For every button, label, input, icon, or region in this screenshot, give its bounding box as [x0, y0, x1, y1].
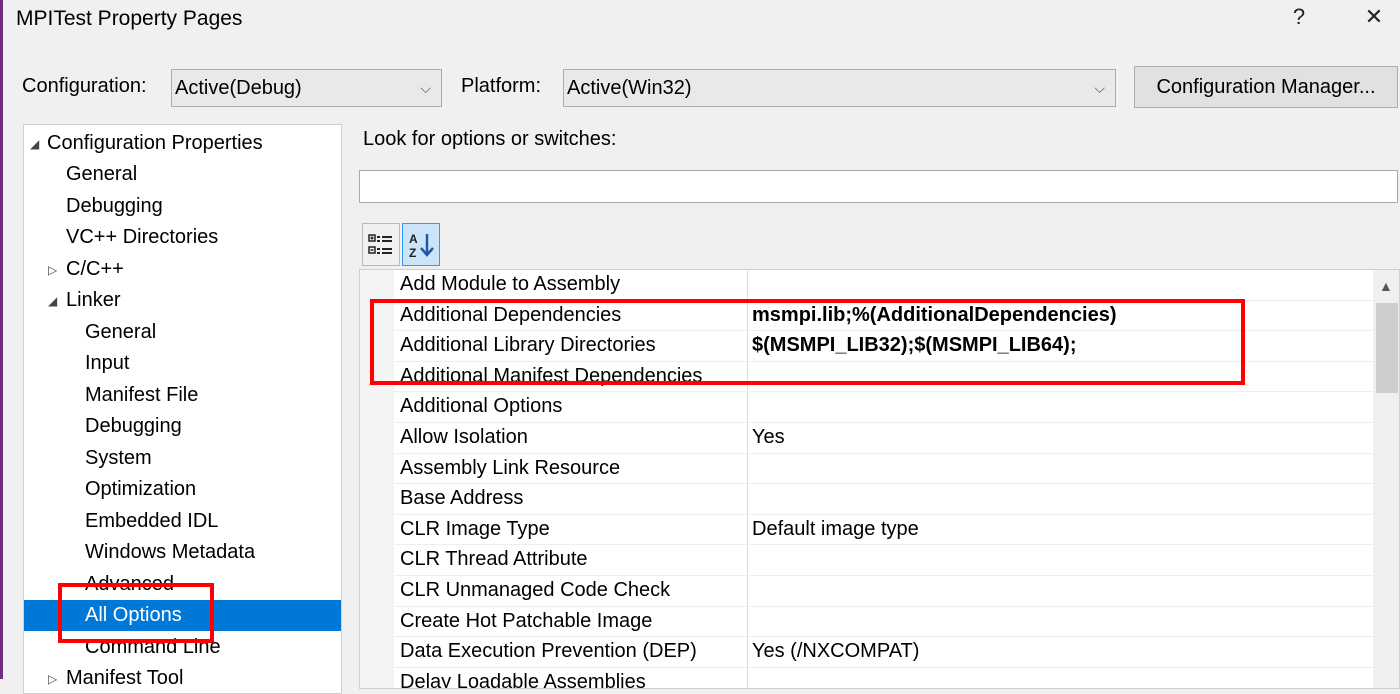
tree-item-vc-directories[interactable]: VC++ Directories [66, 222, 218, 253]
scroll-up-icon[interactable]: ▲ [1379, 278, 1393, 294]
categorized-view-button[interactable] [362, 223, 400, 266]
expanded-twisty-icon[interactable]: ◢ [48, 286, 57, 317]
collapsed-twisty-icon[interactable]: ▷ [48, 255, 57, 286]
tree-item-linker-embedded-idl[interactable]: Embedded IDL [85, 506, 218, 537]
grid-row[interactable]: Base Address [394, 484, 1374, 515]
grid-row[interactable]: Create Hot Patchable Image [394, 607, 1374, 638]
grid-row[interactable]: Delay Loadable Assemblies [394, 668, 1374, 689]
property-name: CLR Thread Attribute [400, 548, 588, 571]
search-label: Look for options or switches: [363, 128, 617, 150]
tree-item-all-options[interactable]: All Options [24, 600, 341, 631]
categorized-view-icon [368, 234, 392, 254]
property-value[interactable]: Default image type [752, 518, 919, 541]
property-value[interactable]: msmpi.lib;%(AdditionalDependencies) [752, 304, 1116, 327]
close-button[interactable]: ✕ [1354, 4, 1394, 30]
svg-text:Z: Z [409, 246, 416, 260]
tree-item-linker-manifest-file[interactable]: Manifest File [85, 380, 198, 411]
chevron-down-icon: ⌵ [1094, 80, 1105, 96]
tree-item-linker-system[interactable]: System [85, 443, 152, 474]
configuration-label: Configuration: [22, 75, 147, 97]
property-name: Delay Loadable Assemblies [400, 670, 646, 689]
property-value[interactable]: Yes [752, 426, 785, 449]
tree-item-linker-advanced[interactable]: Advanced [85, 569, 174, 600]
collapsed-twisty-icon[interactable]: ▷ [48, 664, 57, 693]
window-edge [0, 0, 3, 679]
window-title: MPITest Property Pages [16, 7, 243, 30]
scrollbar-thumb[interactable] [1376, 303, 1398, 393]
property-value[interactable]: $(MSMPI_LIB32);$(MSMPI_LIB64); [752, 334, 1077, 357]
grid-row[interactable]: Additional Options [394, 392, 1374, 423]
platform-label: Platform: [461, 75, 542, 97]
tree-item-linker-input[interactable]: Input [85, 348, 129, 379]
grid-row[interactable]: Data Execution Prevention (DEP) Yes (/NXC… [394, 637, 1374, 668]
alphabetical-sort-button[interactable]: A Z [402, 223, 440, 266]
property-name: CLR Image Type [400, 517, 550, 540]
property-name: Data Execution Prevention (DEP) [400, 640, 697, 663]
tree-item-general[interactable]: General [66, 159, 137, 190]
property-name: Assembly Link Resource [400, 456, 621, 479]
grid-row[interactable]: Additional Library Directories $(MSMPI_LI… [394, 331, 1374, 362]
property-value[interactable]: Yes (/NXCOMPAT) [752, 640, 919, 663]
grid-row[interactable]: Assembly Link Resource [394, 454, 1374, 485]
search-input[interactable] [359, 170, 1398, 203]
grid-row[interactable]: CLR Thread Attribute [394, 545, 1374, 576]
property-name: Additional Dependencies [400, 303, 622, 326]
sort-alphabetical-icon: A Z [409, 232, 434, 260]
chevron-down-icon: ⌵ [420, 80, 431, 96]
property-name: Add Module to Assembly [400, 273, 621, 295]
property-name: Base Address [400, 487, 524, 510]
property-grid[interactable]: Add Module to Assembly Additional Depende… [359, 269, 1400, 689]
property-name: CLR Unmanaged Code Check [400, 579, 671, 601]
tree-item-linker-debugging[interactable]: Debugging [85, 411, 182, 442]
grid-row[interactable]: CLR Image Type Default image type [394, 515, 1374, 546]
property-name: Additional Manifest Dependencies [400, 364, 703, 387]
tree-item-debugging[interactable]: Debugging [66, 191, 163, 222]
tree-item-linker-command-line[interactable]: Command Line [85, 632, 221, 663]
tree-item-linker-general[interactable]: General [85, 317, 156, 348]
grid-row[interactable]: Add Module to Assembly [394, 270, 1374, 301]
property-tree[interactable]: ◢ Configuration Properties General Debug… [23, 124, 342, 694]
vertical-scrollbar[interactable]: ▲ [1373, 270, 1399, 688]
configuration-value: Active(Debug) [175, 77, 302, 99]
grid-row[interactable]: Additional Dependencies msmpi.lib;%(Addit… [394, 301, 1374, 332]
tree-item-linker-windows-metadata[interactable]: Windows Metadata [85, 537, 255, 568]
platform-select[interactable]: Active(Win32) ⌵ [563, 69, 1116, 107]
configuration-manager-button[interactable]: Configuration Manager... [1134, 66, 1398, 108]
platform-value: Active(Win32) [567, 77, 692, 99]
expanded-twisty-icon[interactable]: ◢ [30, 129, 39, 160]
grid-row[interactable]: Additional Manifest Dependencies [394, 362, 1374, 393]
grid-gutter [360, 270, 394, 688]
property-name: Additional Options [400, 395, 563, 418]
property-name: Allow Isolation [400, 426, 528, 448]
property-name: Create Hot Patchable Image [400, 609, 653, 632]
tree-item-linker-optimization[interactable]: Optimization [85, 474, 196, 505]
configuration-select[interactable]: Active(Debug) ⌵ [171, 69, 442, 107]
svg-text:A: A [409, 232, 418, 246]
grid-row[interactable]: CLR Unmanaged Code Check [394, 576, 1374, 607]
help-button[interactable]: ? [1279, 4, 1319, 30]
property-name: Additional Library Directories [400, 334, 656, 357]
grid-row[interactable]: Allow Isolation Yes [394, 423, 1374, 454]
